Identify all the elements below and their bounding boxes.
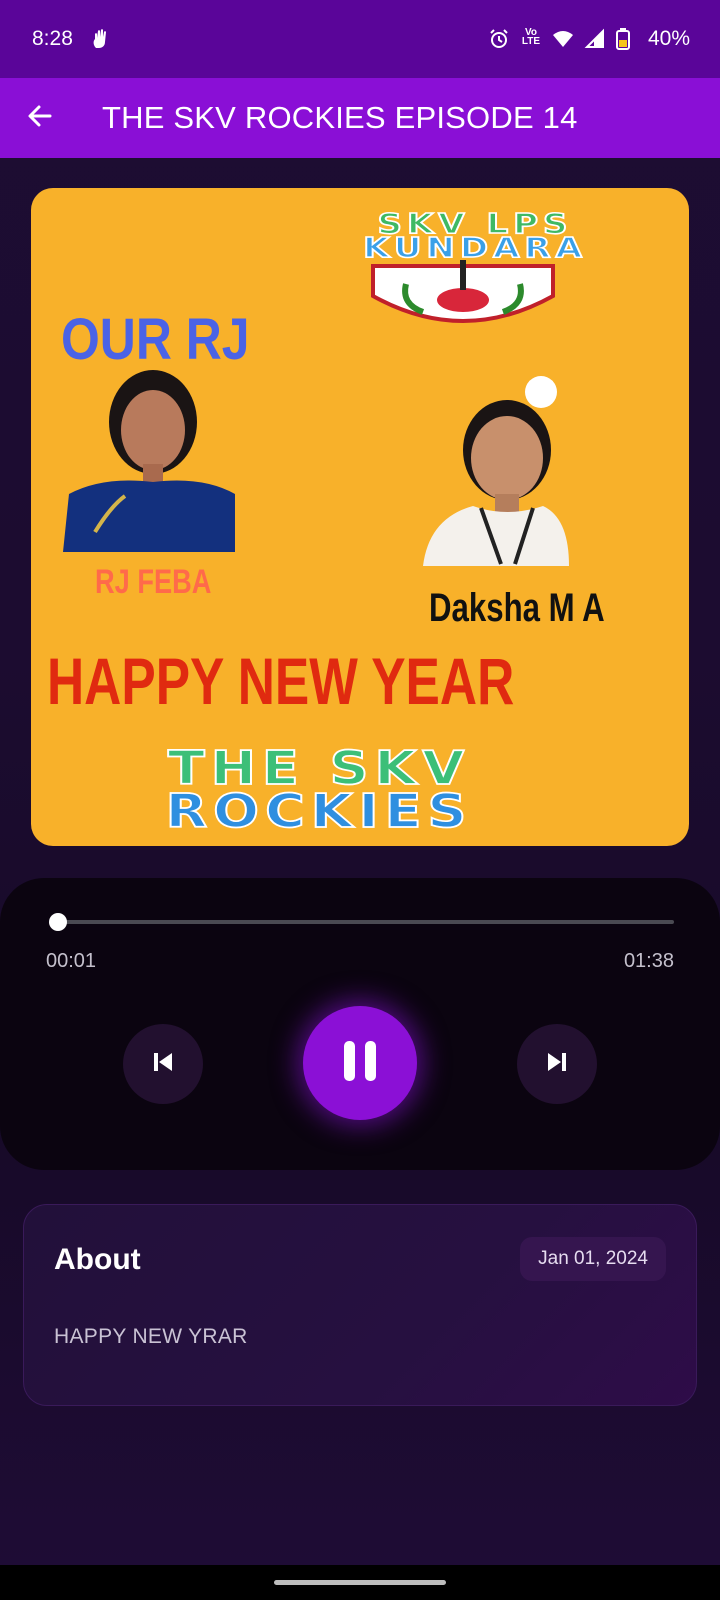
alarm-icon xyxy=(488,28,510,50)
page-title: THE SKV ROCKIES EPISODE 14 xyxy=(102,100,578,135)
status-bar: 8:28 Vo LTE 40% xyxy=(0,0,720,78)
seek-bar[interactable] xyxy=(49,913,674,931)
rj-feba-photo xyxy=(63,364,235,552)
arrow-left-icon xyxy=(26,102,54,135)
hand-gesture-icon xyxy=(89,28,111,50)
previous-button[interactable] xyxy=(123,1024,203,1104)
battery-icon xyxy=(615,28,638,50)
artwork-rj-name: RJ FEBA xyxy=(95,563,212,601)
battery-percent: 40% xyxy=(647,27,690,50)
back-button[interactable] xyxy=(20,98,60,138)
home-indicator[interactable] xyxy=(274,1580,446,1585)
wifi-icon xyxy=(552,28,574,50)
skip-next-icon xyxy=(544,1049,570,1080)
artwork-school-name: SKV LPS KUNDARA xyxy=(362,208,587,264)
system-nav-bar xyxy=(0,1565,720,1600)
signal-icon xyxy=(584,28,606,50)
app-bar: THE SKV ROCKIES EPISODE 14 xyxy=(0,78,720,158)
artwork-guest-name: Daksha M A xyxy=(429,586,605,630)
next-button[interactable] xyxy=(517,1024,597,1104)
skip-previous-icon xyxy=(150,1049,176,1080)
daksha-photo xyxy=(423,368,569,566)
about-title: About xyxy=(54,1243,141,1276)
date-badge: Jan 01, 2024 xyxy=(520,1237,666,1281)
current-time: 00:01 xyxy=(46,950,97,972)
artwork-our-rj: OUR RJ xyxy=(61,307,250,372)
about-description: HAPPY NEW YRAR xyxy=(54,1325,248,1348)
seek-thumb[interactable] xyxy=(49,913,68,931)
episode-artwork: SKV LPS KUNDARA OUR RJ RJ FEBA Daksha M … xyxy=(31,188,689,846)
volte-icon: Vo LTE xyxy=(521,27,541,47)
artwork-greeting: HAPPY NEW YEAR xyxy=(47,644,515,718)
status-time: 8:28 xyxy=(32,27,73,50)
pause-button[interactable] xyxy=(303,1006,417,1120)
total-time: 01:38 xyxy=(623,950,674,972)
player-panel: 00:01 01:38 xyxy=(0,878,720,1170)
school-emblem xyxy=(371,256,555,341)
artwork-show-name: THE SKV ROCKIES xyxy=(165,740,473,839)
pause-icon xyxy=(340,1039,380,1088)
about-card: About Jan 01, 2024 HAPPY NEW YRAR xyxy=(23,1204,697,1406)
